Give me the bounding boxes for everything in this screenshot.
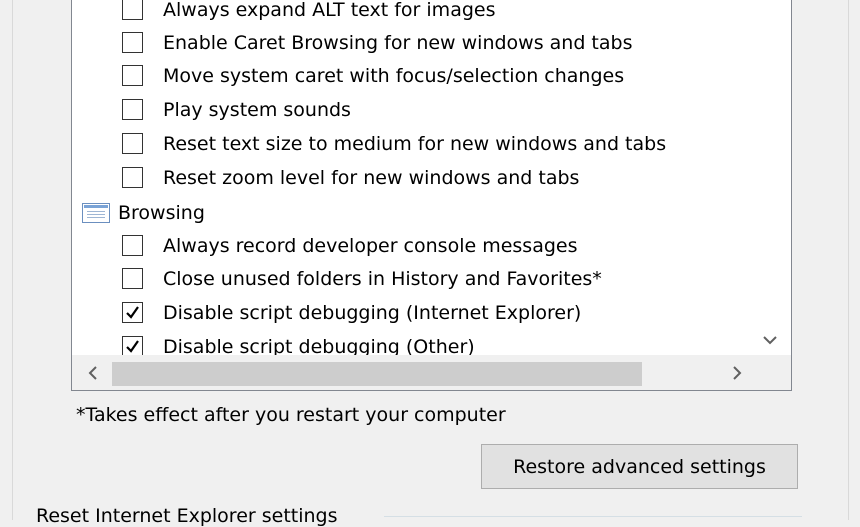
checkbox[interactable]	[122, 99, 143, 120]
setting-label: Reset zoom level for new windows and tab…	[163, 166, 580, 189]
window-frame-right	[848, 0, 860, 520]
setting-reset-zoom-level[interactable]: Reset zoom level for new windows and tab…	[122, 161, 579, 194]
setting-label: Always record developer console messages	[163, 234, 578, 257]
checkbox[interactable]	[122, 65, 143, 86]
group-divider	[384, 516, 802, 517]
checkbox[interactable]	[122, 235, 143, 256]
settings-category-icon	[82, 202, 110, 223]
restore-advanced-settings-button[interactable]: Restore advanced settings	[481, 444, 798, 489]
setting-enable-caret-browsing[interactable]: Enable Caret Browsing for new windows an…	[122, 26, 633, 59]
setting-always-expand-alt-text[interactable]: Always expand ALT text for images	[122, 0, 495, 26]
checkmark-icon	[126, 340, 139, 353]
checkbox[interactable]	[122, 268, 143, 289]
setting-record-console-messages[interactable]: Always record developer console messages	[122, 229, 578, 262]
checkbox[interactable]	[122, 133, 143, 154]
scroll-left-icon[interactable]	[84, 363, 102, 383]
setting-label: Reset text size to medium for new window…	[163, 132, 667, 155]
checkbox-checked[interactable]	[122, 336, 143, 357]
reset-settings-group-title: Reset Internet Explorer settings	[36, 505, 344, 527]
setting-label: Move system caret with focus/selection c…	[163, 64, 625, 87]
checkbox-checked[interactable]	[122, 302, 143, 323]
setting-label: Play system sounds	[163, 98, 351, 121]
setting-label: Disable script debugging (Internet Explo…	[163, 301, 582, 324]
setting-move-system-caret[interactable]: Move system caret with focus/selection c…	[122, 59, 624, 92]
setting-play-system-sounds[interactable]: Play system sounds	[122, 93, 351, 126]
checkmark-icon	[126, 306, 139, 319]
scroll-down-icon[interactable]	[760, 330, 780, 350]
restart-note: *Takes effect after you restart your com…	[76, 404, 506, 426]
scroll-right-icon[interactable]	[728, 363, 746, 383]
horizontal-scrollbar[interactable]	[72, 355, 791, 390]
setting-reset-text-size[interactable]: Reset text size to medium for new window…	[122, 127, 666, 160]
advanced-settings-tree[interactable]: Always expand ALT text for images Enable…	[71, 0, 792, 391]
setting-close-unused-folders[interactable]: Close unused folders in History and Favo…	[122, 262, 602, 295]
checkbox[interactable]	[122, 167, 143, 188]
setting-disable-script-debugging-ie[interactable]: Disable script debugging (Internet Explo…	[122, 296, 581, 329]
category-label: Browsing	[118, 201, 205, 224]
scrollbar-thumb[interactable]	[112, 362, 642, 386]
window-frame-left	[0, 0, 13, 520]
setting-label: Close unused folders in History and Favo…	[163, 267, 602, 290]
checkbox[interactable]	[122, 32, 143, 53]
checkbox[interactable]	[122, 0, 143, 20]
setting-label: Enable Caret Browsing for new windows an…	[163, 31, 633, 54]
category-browsing[interactable]: Browsing	[82, 196, 205, 229]
setting-label: Always expand ALT text for images	[163, 0, 496, 21]
